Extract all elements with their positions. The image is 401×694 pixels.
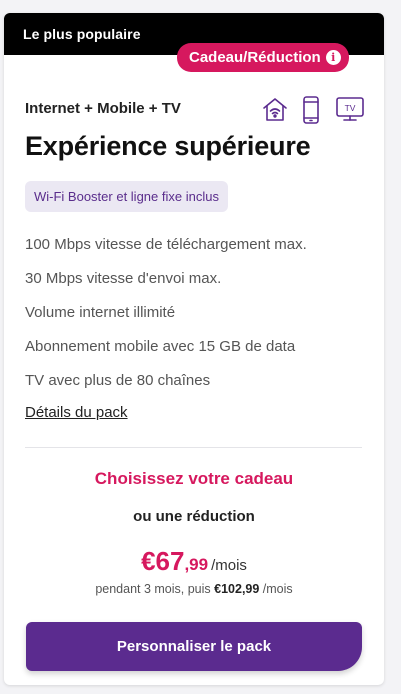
feature-item: 100 Mbps vitesse de téléchargement max. (25, 236, 307, 253)
pack-icons: TV (257, 95, 365, 125)
or-reduction-text: ou une réduction (133, 508, 255, 525)
price-note-later: €102,99 (214, 582, 260, 596)
tv-icon: TV (335, 95, 365, 128)
gift-reduction-badge[interactable]: Cadeau/Réduction i (177, 43, 349, 72)
pack-card: Le plus populaire Cadeau/Réduction i Int… (4, 13, 384, 685)
svg-text:TV: TV (345, 103, 356, 113)
price: €67,99/mois (4, 546, 384, 577)
pack-details-link[interactable]: Détails du pack (25, 404, 128, 421)
price-period: /mois (211, 557, 247, 574)
pack-title: Expérience supérieure (25, 131, 311, 161)
choose-gift-link[interactable]: Choisissez votre cadeau (4, 469, 384, 489)
feature-item: Volume internet illimité (25, 304, 176, 321)
feature-item: TV avec plus de 80 chaînes (25, 372, 211, 389)
mobile-phone-icon (301, 95, 321, 130)
price-cents: ,99 (184, 555, 209, 574)
wifi-home-icon (261, 95, 289, 128)
feature-list: 100 Mbps vitesse de téléchargement max. … (25, 235, 307, 405)
price-main: €67 (141, 546, 185, 576)
feature-item: Abonnement mobile avec 15 GB de data (25, 338, 296, 355)
price-note-suffix: /mois (259, 582, 293, 596)
customize-pack-button[interactable]: Personnaliser le pack (26, 622, 362, 671)
info-icon[interactable]: i (325, 50, 341, 65)
included-chip: Wi-Fi Booster et ligne fixe inclus (25, 181, 228, 212)
price-note: pendant 3 mois, puis €102,99 /mois (4, 582, 384, 596)
feature-item: 30 Mbps vitesse d'envoi max. (25, 270, 222, 287)
divider (25, 447, 362, 448)
badge-label: Cadeau/Réduction (189, 49, 321, 66)
price-note-prefix: pendant 3 mois, puis (95, 582, 215, 596)
pack-subtitle: Internet + Mobile + TV (25, 100, 181, 117)
popular-label: Le plus populaire (23, 26, 141, 42)
